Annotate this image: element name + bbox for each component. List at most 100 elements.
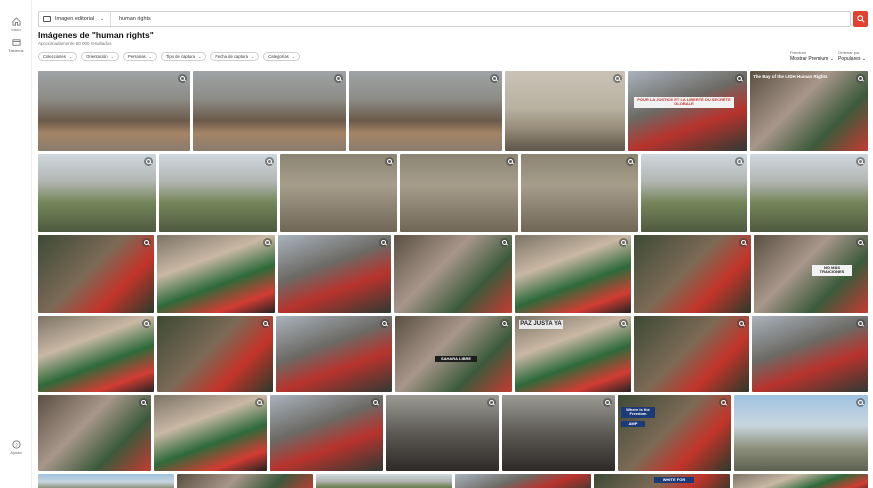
image-tile[interactable] bbox=[38, 235, 154, 313]
zoom-icon[interactable] bbox=[856, 157, 865, 166]
zoom-icon[interactable] bbox=[856, 238, 865, 247]
protest-sign: PAZ JUSTA YA bbox=[519, 320, 563, 329]
zoom-icon[interactable] bbox=[385, 157, 394, 166]
zoom-icon[interactable] bbox=[255, 398, 264, 407]
svg-text:?: ? bbox=[15, 442, 18, 447]
image-tile[interactable] bbox=[193, 71, 346, 151]
zoom-icon[interactable] bbox=[178, 74, 187, 83]
zoom-icon[interactable] bbox=[856, 398, 865, 407]
image-tile[interactable] bbox=[634, 235, 751, 313]
protest-sign: AMP bbox=[621, 421, 645, 428]
image-tile[interactable]: PAZ JUSTA YA bbox=[515, 316, 631, 392]
boards-icon bbox=[11, 39, 21, 46]
zoom-icon[interactable] bbox=[142, 319, 151, 328]
zoom-icon[interactable] bbox=[506, 157, 515, 166]
zoom-icon[interactable] bbox=[380, 319, 389, 328]
zoom-icon[interactable] bbox=[144, 157, 153, 166]
zoom-icon[interactable] bbox=[334, 74, 343, 83]
search-button[interactable] bbox=[853, 11, 868, 27]
image-tile[interactable] bbox=[278, 235, 391, 313]
chevron-down-icon: ⌄ bbox=[829, 56, 834, 62]
zoom-icon[interactable] bbox=[735, 157, 744, 166]
zoom-icon[interactable] bbox=[856, 74, 865, 83]
zoom-icon[interactable] bbox=[735, 74, 744, 83]
image-tile[interactable] bbox=[750, 154, 868, 232]
image-tile[interactable] bbox=[38, 395, 151, 471]
image-tile[interactable] bbox=[515, 235, 631, 313]
zoom-icon[interactable] bbox=[142, 238, 151, 247]
zoom-icon[interactable] bbox=[856, 319, 865, 328]
premium-sort[interactable]: Premium Mostrar Premium ⌄ bbox=[790, 50, 834, 62]
rail-help-label: Ayuda bbox=[10, 450, 22, 455]
image-tile[interactable] bbox=[641, 154, 747, 232]
image-tile[interactable] bbox=[276, 316, 392, 392]
image-tile[interactable] bbox=[394, 235, 512, 313]
rail-home-button[interactable]: Inicio bbox=[0, 17, 32, 32]
result-count: Aproximadamente 60.000 resultados bbox=[38, 41, 112, 46]
image-tile[interactable] bbox=[521, 154, 638, 232]
zoom-icon[interactable] bbox=[603, 398, 612, 407]
image-tile[interactable]: SAHARA LIBRE bbox=[395, 316, 512, 392]
image-tile[interactable] bbox=[38, 474, 174, 488]
rail-boards-button[interactable]: Tableros bbox=[0, 38, 32, 53]
image-tile[interactable]: NO MÁS TRAICIONES bbox=[754, 235, 868, 313]
image-tile[interactable] bbox=[157, 316, 273, 392]
zoom-icon[interactable] bbox=[490, 74, 499, 83]
search-type-label: Imagen editorial bbox=[55, 16, 95, 22]
image-tile[interactable]: Where is the Freedom AMP bbox=[618, 395, 731, 471]
chevron-down-icon: ⌄ bbox=[197, 54, 202, 59]
image-tile[interactable] bbox=[154, 395, 267, 471]
rail-help-button[interactable]: ? Ayuda bbox=[0, 440, 32, 455]
zoom-icon[interactable] bbox=[371, 398, 380, 407]
zoom-icon[interactable] bbox=[500, 238, 509, 247]
image-tile[interactable] bbox=[634, 316, 749, 392]
image-tile[interactable] bbox=[505, 71, 625, 151]
image-tile[interactable] bbox=[455, 474, 591, 488]
image-tile[interactable] bbox=[38, 154, 156, 232]
zoom-icon[interactable] bbox=[263, 238, 272, 247]
filter-collections[interactable]: Colecciones ⌄ bbox=[38, 52, 78, 61]
zoom-icon[interactable] bbox=[265, 157, 274, 166]
image-tile[interactable] bbox=[733, 474, 868, 488]
search-input[interactable]: human rights bbox=[119, 12, 151, 26]
zoom-icon[interactable] bbox=[737, 319, 746, 328]
zoom-icon[interactable] bbox=[619, 319, 628, 328]
image-tile[interactable] bbox=[177, 474, 313, 488]
filter-capture-date[interactable]: Fecha de captura ⌄ bbox=[210, 52, 260, 61]
left-rail: Inicio Tableros ? Ayuda bbox=[0, 0, 32, 488]
image-tile[interactable] bbox=[502, 395, 615, 471]
filter-capture-type[interactable]: Tipo de captura ⌄ bbox=[161, 52, 207, 61]
zoom-icon[interactable] bbox=[613, 74, 622, 83]
zoom-icon[interactable] bbox=[739, 238, 748, 247]
zoom-icon[interactable] bbox=[619, 238, 628, 247]
filter-label: Tipo de captura bbox=[166, 54, 195, 59]
image-tile[interactable] bbox=[270, 395, 383, 471]
zoom-icon[interactable] bbox=[719, 398, 728, 407]
filter-orientation[interactable]: Orientación ⌄ bbox=[81, 52, 119, 61]
search-type-dropdown[interactable]: Imagen editorial ⌄ bbox=[39, 12, 111, 26]
image-tile[interactable] bbox=[752, 316, 868, 392]
filter-categories[interactable]: Categorías ⌄ bbox=[263, 52, 301, 61]
image-tile[interactable] bbox=[400, 154, 518, 232]
image-tile[interactable] bbox=[349, 71, 502, 151]
image-tile[interactable] bbox=[38, 316, 154, 392]
zoom-icon[interactable] bbox=[139, 398, 148, 407]
image-tile[interactable]: WHITE FOR bbox=[594, 474, 730, 488]
zoom-icon[interactable] bbox=[261, 319, 270, 328]
image-tile[interactable] bbox=[157, 235, 275, 313]
zoom-icon[interactable] bbox=[500, 319, 509, 328]
zoom-icon[interactable] bbox=[379, 238, 388, 247]
image-tile[interactable] bbox=[386, 395, 499, 471]
order-sort[interactable]: Ordenar por Populares ⌄ bbox=[838, 50, 866, 62]
image-tile[interactable] bbox=[316, 474, 452, 488]
image-tile[interactable] bbox=[280, 154, 397, 232]
filter-people[interactable]: Personas ⌄ bbox=[122, 52, 158, 61]
premium-sort-label: Premium bbox=[790, 50, 807, 55]
image-tile[interactable] bbox=[734, 395, 868, 471]
zoom-icon[interactable] bbox=[626, 157, 635, 166]
image-tile[interactable]: The Bay of the LIDH Human Rights bbox=[750, 71, 868, 151]
image-tile[interactable] bbox=[38, 71, 190, 151]
zoom-icon[interactable] bbox=[487, 398, 496, 407]
image-tile[interactable]: POUR LA JUSTICE ET LA LIBERTÉ DU SECRÉTE… bbox=[628, 71, 747, 151]
image-tile[interactable] bbox=[159, 154, 277, 232]
